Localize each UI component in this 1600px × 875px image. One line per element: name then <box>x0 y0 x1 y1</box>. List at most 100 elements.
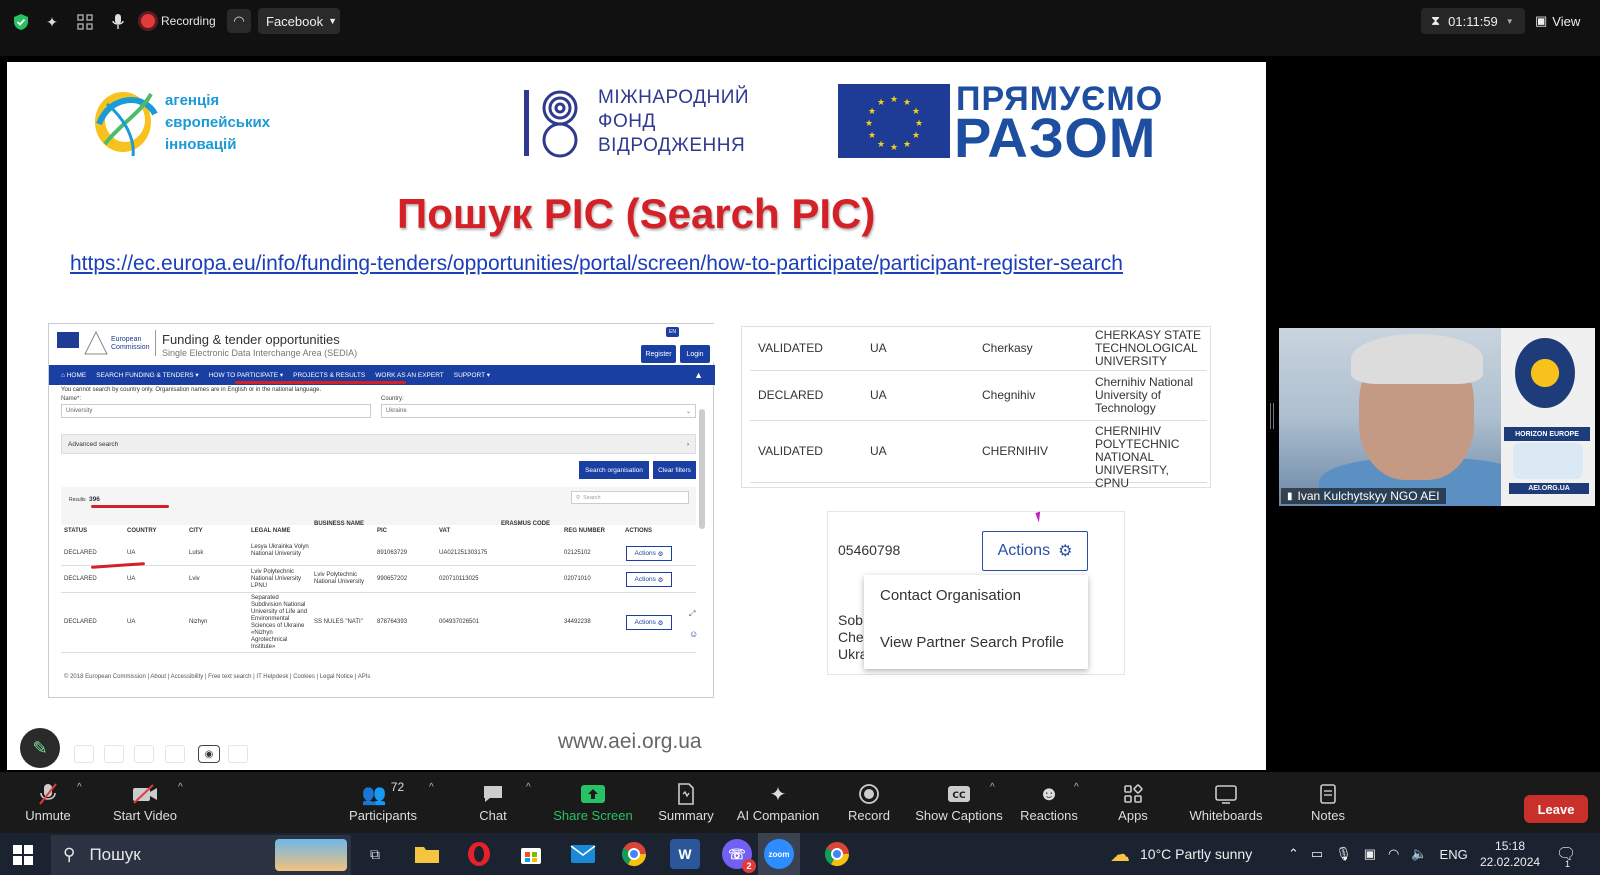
ai-companion-label: AI Companion <box>736 808 820 823</box>
chrome-icon[interactable] <box>822 839 852 869</box>
register-button[interactable]: Register <box>641 345 676 363</box>
meet-now-icon[interactable]: ▭ <box>1311 846 1323 862</box>
recording-indicator[interactable]: Recording <box>141 9 216 33</box>
word-icon[interactable]: W <box>670 839 700 869</box>
col-legal-name[interactable]: LEGAL NAME <box>251 528 291 534</box>
col-erasmus-code[interactable]: ERASMUS CODE <box>501 521 550 527</box>
clock[interactable]: 15:18 22.02.2024 <box>1480 838 1540 870</box>
chat-button[interactable]: Chat <box>468 780 518 830</box>
participants-button[interactable]: 👥 72 Participants <box>343 780 423 830</box>
login-button[interactable]: Login <box>680 345 710 363</box>
row-actions-button[interactable]: Actions ⚙ <box>626 546 672 561</box>
start-video-button[interactable]: Start Video <box>110 780 180 830</box>
bell-icon[interactable]: ▲ <box>694 370 703 380</box>
volume-icon[interactable]: 🔈 <box>1411 846 1427 862</box>
chrome-icon[interactable] <box>619 839 649 869</box>
apps-button[interactable]: Apps <box>1115 780 1151 830</box>
annotate-tool-icon[interactable] <box>74 745 94 763</box>
weather-widget[interactable]: ☁ 10°C Partly sunny <box>1110 833 1252 875</box>
share-screen-button[interactable]: Share Screen <box>552 780 634 830</box>
scrollbar[interactable] <box>699 409 705 529</box>
annotate-tool-icon[interactable] <box>134 745 154 763</box>
reactions-button[interactable]: ☻ Reactions <box>1016 780 1082 830</box>
view-button[interactable]: ▣ View <box>1535 8 1591 34</box>
wifi-icon[interactable]: ◠ <box>1388 846 1399 862</box>
captions-options-caret[interactable]: ^ <box>990 782 995 793</box>
chevron-up-icon[interactable]: ⌃ <box>1288 846 1299 862</box>
viber-icon[interactable]: ☏ 2 <box>722 839 756 873</box>
opera-icon[interactable] <box>464 839 494 869</box>
name-input[interactable]: University <box>61 404 371 418</box>
actions-button[interactable]: Actions ⚙ <box>982 531 1088 571</box>
reactions-options-caret[interactable]: ^ <box>1074 782 1079 793</box>
participants-options-caret[interactable]: ^ <box>429 782 434 793</box>
input-language[interactable]: ENG <box>1440 847 1468 862</box>
file-explorer-icon[interactable] <box>412 839 442 869</box>
whiteboards-button[interactable]: Whiteboards <box>1182 780 1270 830</box>
mail-icon[interactable] <box>568 839 598 869</box>
camera-icon[interactable]: ◉ <box>198 745 220 763</box>
slide-url-link[interactable]: https://ec.europa.eu/info/funding-tender… <box>70 252 1123 276</box>
annotate-pen-icon[interactable]: ✎ <box>20 728 60 768</box>
annotate-tool-icon[interactable] <box>104 745 124 763</box>
leave-button[interactable]: Leave <box>1524 795 1588 823</box>
clear-filters-button[interactable]: Clear filters <box>653 461 696 479</box>
col-reg-number[interactable]: REG NUMBER <box>564 528 605 534</box>
nav-item-participate[interactable]: HOW TO PARTICIPATE ▾ <box>209 371 283 379</box>
timer-value: 01:11:59 <box>1448 13 1498 29</box>
sparkle-icon[interactable]: ✦ <box>41 11 63 33</box>
col-country[interactable]: COUNTRY <box>127 528 156 534</box>
col-city[interactable]: CITY <box>189 528 203 534</box>
nav-item-support[interactable]: SUPPORT ▾ <box>454 371 490 379</box>
microphone-icon[interactable]: 🎙 <box>1335 846 1352 862</box>
microphone-icon[interactable] <box>107 11 129 33</box>
zoom-app-icon[interactable]: zoom <box>764 839 794 869</box>
record-button[interactable]: Record <box>844 780 894 830</box>
annotate-tool-icon[interactable] <box>228 745 248 763</box>
display-icon[interactable]: ▣ <box>1364 846 1376 862</box>
nav-item-search[interactable]: SEARCH FUNDING & TENDERS ▾ <box>96 371 198 379</box>
svg-text:★: ★ <box>877 140 885 150</box>
panel-resize-handle[interactable] <box>1270 403 1274 429</box>
chat-bot-icon[interactable]: ☺ <box>689 629 698 639</box>
row-actions-button[interactable]: Actions ⚙ <box>626 572 672 587</box>
results-search-input[interactable]: ⚲ Search <box>571 491 689 504</box>
menu-item-view-partner-profile[interactable]: View Partner Search Profile <box>880 634 1064 651</box>
unmute-button[interactable]: Unmute <box>18 780 78 830</box>
grid-icon[interactable] <box>74 11 96 33</box>
row-actions-button[interactable]: Actions ⚙ <box>626 615 672 630</box>
meeting-timer[interactable]: ⧗ 01:11:59 ▼ <box>1421 8 1525 34</box>
windows-start-icon[interactable] <box>13 845 33 870</box>
cell-country: UA <box>870 341 887 355</box>
col-vat[interactable]: VAT <box>439 528 450 534</box>
language-switch[interactable]: EN <box>666 327 679 337</box>
chat-options-caret[interactable]: ^ <box>526 782 531 793</box>
col-business-name[interactable]: BUSINESS NAME <box>314 521 364 527</box>
microsoft-store-icon[interactable] <box>516 839 546 869</box>
cell-city: Chegnihiv <box>982 388 1036 402</box>
search-organisation-button[interactable]: Search organisation <box>579 461 649 479</box>
live-stream-icon[interactable]: ◠ <box>227 9 251 33</box>
audio-options-caret[interactable]: ^ <box>77 782 82 793</box>
task-view-icon[interactable]: ⧉ <box>360 839 390 869</box>
video-options-caret[interactable]: ^ <box>178 782 183 793</box>
notes-button[interactable]: Notes <box>1307 780 1349 830</box>
col-status[interactable]: STATUS <box>64 528 87 534</box>
shield-check-icon[interactable] <box>10 11 32 33</box>
annotate-tool-icon[interactable] <box>165 745 185 763</box>
ai-companion-button[interactable]: ✦ AI Companion <box>734 780 822 830</box>
taskbar-search[interactable]: ⚲ Пошук <box>51 835 351 875</box>
expand-icon[interactable]: ⤢ <box>689 609 695 619</box>
summary-button[interactable]: Summary <box>653 780 719 830</box>
nav-item-projects[interactable]: PROJECTS & RESULTS <box>293 372 365 379</box>
nav-item-expert[interactable]: WORK AS AN EXPERT <box>375 372 444 379</box>
nav-item-home[interactable]: ⌂ HOME <box>61 372 86 379</box>
advanced-search-toggle[interactable]: Advanced search › <box>61 434 696 454</box>
notifications-icon[interactable]: 🗨 1 <box>1556 833 1576 875</box>
country-select[interactable]: Ukraine ⌄ <box>381 404 696 418</box>
menu-item-contact-organisation[interactable]: Contact Organisation <box>880 587 1021 604</box>
participant-video-tile[interactable]: HORIZON EUROPE AEI.ORG.UA ▮ Ivan Kulchyt… <box>1279 328 1595 506</box>
svg-text:★: ★ <box>865 119 873 129</box>
stream-source-dropdown[interactable]: Facebook ▼ <box>258 8 340 34</box>
col-pic[interactable]: PIC <box>377 528 387 534</box>
